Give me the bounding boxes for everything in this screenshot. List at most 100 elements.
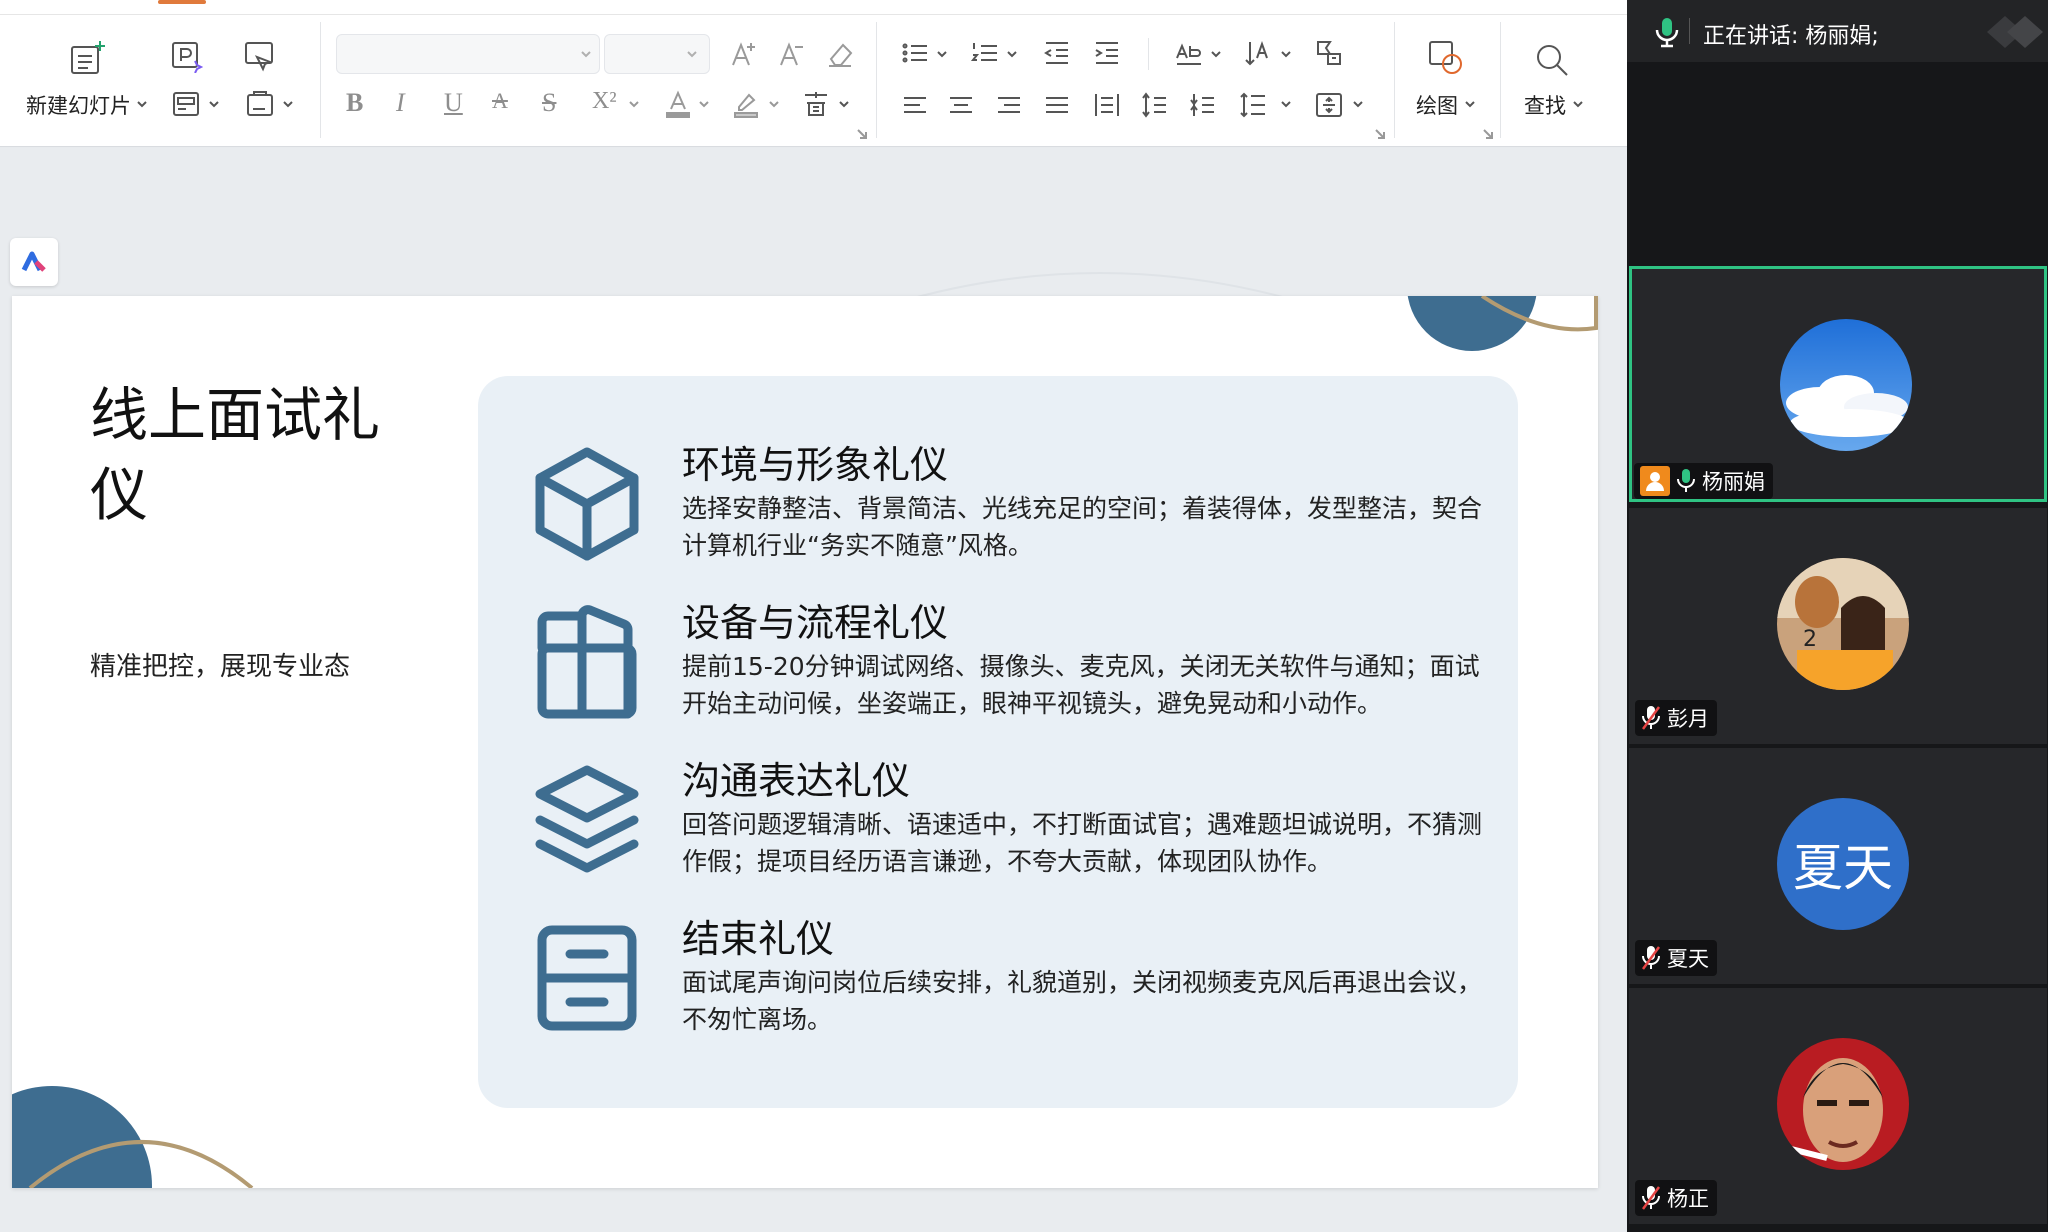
increase-indent-icon[interactable] <box>1090 36 1124 70</box>
chevron-down-icon[interactable] <box>1004 46 1020 62</box>
speaking-status: 正在讲话: 杨丽娟; <box>1703 18 1879 50</box>
drawing-dialog-launcher-icon[interactable] <box>1482 128 1494 140</box>
numbered-list-icon[interactable] <box>968 36 1002 70</box>
divider <box>320 22 321 138</box>
decrease-indent-icon[interactable] <box>1040 36 1074 70</box>
section-icon[interactable] <box>240 86 280 122</box>
ribbon-toolbar: 新建幻灯片 B I U A S X² 绘图 查找 <box>0 0 1627 147</box>
chevron-down-icon[interactable] <box>1350 96 1366 112</box>
content-card[interactable]: 环境与形象礼仪 选择安静整洁、背景简洁、光线充足的空间；着装得体，发型整洁，契合… <box>478 376 1518 1108</box>
chevron-down-icon[interactable] <box>836 96 852 112</box>
font-color-icon[interactable] <box>660 86 696 122</box>
align-left-icon[interactable] <box>898 88 932 122</box>
paragraph-dialog-launcher-icon[interactable] <box>1374 128 1386 140</box>
increase-font-icon[interactable] <box>726 36 762 72</box>
mic-muted-icon <box>1641 1186 1661 1210</box>
align-center-icon[interactable] <box>944 88 978 122</box>
mic-active-icon <box>1655 18 1679 48</box>
align-text-icon[interactable] <box>1312 88 1346 122</box>
underline-icon[interactable]: U <box>444 88 463 118</box>
cube-icon <box>532 444 642 564</box>
font-dialog-launcher-icon[interactable] <box>856 128 868 140</box>
participant-nametag: 杨正 <box>1635 1180 1717 1216</box>
participant-tile[interactable]: 杨正 <box>1629 988 2047 1224</box>
item-description: 面试尾声询问岗位后续安排，礼貌道别，关闭视频麦克风后再退出会议，不匆忙离场。 <box>682 968 1483 1034</box>
participant-nametag: 彭月 <box>1635 700 1717 736</box>
slide-canvas[interactable]: 线上面试礼仪 精准把控，展现专业态 环境与形象礼仪 选择安静整洁、背景简洁、光线… <box>12 296 1598 1188</box>
item-heading: 设备与流程礼仪 <box>682 601 949 645</box>
photo-avatar: 2 <box>1777 558 1909 690</box>
distribute-icon[interactable] <box>1090 88 1124 122</box>
participant-name: 杨正 <box>1667 1187 1709 1211</box>
chevron-down-icon[interactable] <box>280 96 296 112</box>
shapes-icon[interactable] <box>1424 36 1468 80</box>
chevron-down-icon[interactable] <box>1208 46 1224 62</box>
speaking-indicator-bar: 正在讲话: 杨丽娟; <box>1627 0 2048 62</box>
new-slide-icon[interactable] <box>62 36 114 82</box>
divider <box>1394 22 1395 138</box>
chevron-down-icon[interactable] <box>696 96 712 112</box>
host-icon <box>1640 466 1670 496</box>
chevron-down-icon[interactable] <box>206 96 222 112</box>
highlight-icon[interactable] <box>728 86 764 122</box>
sort-icon[interactable] <box>1242 36 1276 70</box>
font-family-select[interactable] <box>336 34 600 74</box>
convert-smartart-icon[interactable] <box>1312 36 1346 70</box>
book-icon <box>532 602 642 722</box>
chevron-down-icon[interactable] <box>626 96 642 112</box>
bold-icon[interactable]: B <box>346 88 363 118</box>
draw-button[interactable]: 绘图 <box>1416 90 1458 120</box>
participant-nametag: 杨丽娟 <box>1634 463 1773 499</box>
chevron-down-icon[interactable] <box>1278 46 1294 62</box>
reuse-slide-icon[interactable] <box>240 36 280 76</box>
chevron-down-icon[interactable] <box>766 96 782 112</box>
decrease-font-icon[interactable] <box>774 36 810 72</box>
participant-tile-active[interactable]: 杨丽娟 <box>1629 266 2047 502</box>
clear-format-icon[interactable] <box>822 36 858 72</box>
find-button[interactable]: 查找 <box>1524 90 1566 120</box>
avatar-initials: 夏天 <box>1793 839 1893 897</box>
chevron-down-icon[interactable] <box>1462 96 1478 112</box>
line-spacing-decrease-icon[interactable] <box>1138 88 1172 122</box>
slide-title[interactable]: 线上面试礼仪 <box>90 376 430 536</box>
superscript-icon[interactable]: X² <box>592 88 617 115</box>
slide-subtitle[interactable]: 精准把控，展现专业态 <box>90 646 350 683</box>
align-right-icon[interactable] <box>992 88 1026 122</box>
phonetic-guide-icon[interactable] <box>798 86 834 122</box>
photo-avatar <box>1777 1038 1909 1170</box>
mic-active-icon <box>1677 469 1695 492</box>
sky-avatar <box>1780 319 1912 451</box>
app-logo-icon[interactable] <box>10 238 58 286</box>
chevron-down-icon[interactable] <box>134 96 150 112</box>
bullet-list-icon[interactable] <box>898 36 932 70</box>
tab-strip <box>0 0 1627 15</box>
participant-name: 杨丽娟 <box>1702 470 1765 494</box>
text-direction-icon[interactable] <box>1172 36 1206 70</box>
shadow-text-icon[interactable]: S <box>542 88 556 118</box>
line-spacing-icon[interactable] <box>1236 88 1270 122</box>
italic-icon[interactable]: I <box>396 88 405 118</box>
meeting-panel: 正在讲话: 杨丽娟; 杨丽娟 2 彭月 夏天 夏天 杨正 <box>1627 0 2048 1232</box>
mic-muted-icon <box>1641 706 1661 730</box>
chevron-down-icon[interactable] <box>1570 96 1586 112</box>
ai-slide-icon[interactable] <box>166 36 206 76</box>
chevron-down-icon[interactable] <box>578 46 594 62</box>
speaking-label: 正在讲话: <box>1703 24 1799 49</box>
line-spacing-increase-icon[interactable] <box>1186 88 1220 122</box>
layout-icon[interactable] <box>166 86 206 122</box>
svg-text:2: 2 <box>1803 627 1817 652</box>
archive-icon <box>532 918 642 1038</box>
layout-toggle-icon[interactable] <box>1983 10 2043 54</box>
chevron-down-icon[interactable] <box>934 46 950 62</box>
participant-name: 彭月 <box>1667 707 1709 731</box>
divider <box>876 22 877 138</box>
chevron-down-icon[interactable] <box>1278 96 1294 112</box>
chevron-down-icon[interactable] <box>684 46 700 62</box>
new-slide-button[interactable]: 新建幻灯片 <box>26 90 131 120</box>
search-icon[interactable] <box>1530 38 1574 82</box>
divider <box>1500 22 1501 138</box>
participant-tile[interactable]: 夏天 夏天 <box>1629 748 2047 984</box>
participant-tile[interactable]: 2 彭月 <box>1629 508 2047 744</box>
justify-icon[interactable] <box>1040 88 1074 122</box>
strikethrough-icon[interactable]: A <box>492 88 508 114</box>
